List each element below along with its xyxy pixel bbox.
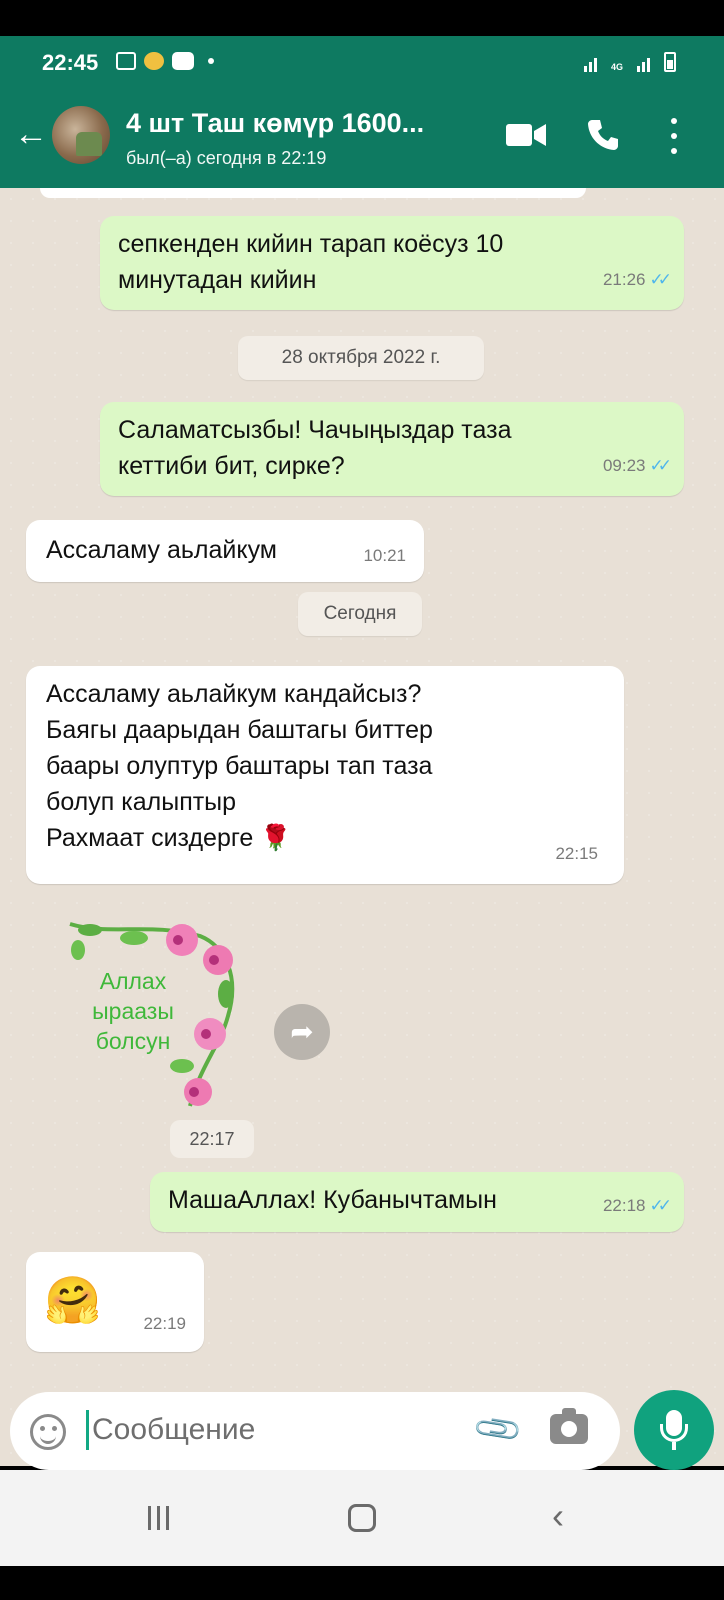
contact-avatar[interactable] — [52, 106, 110, 164]
recent-apps-icon[interactable] — [148, 1506, 169, 1530]
message-time: 22:19 — [143, 1314, 186, 1333]
attachment-icon[interactable]: 📎 — [470, 1402, 525, 1457]
read-receipt-icon: ✓✓ — [649, 456, 672, 475]
message-composer: 📎 — [0, 1380, 724, 1470]
forward-icon[interactable]: ➦ — [274, 1004, 330, 1060]
gallery-notification-icon — [116, 52, 136, 70]
home-icon[interactable] — [348, 1504, 376, 1532]
message-time: 21:26 — [602, 270, 646, 289]
sticker-caption-line: болсун — [95, 1028, 171, 1054]
message-text: Ассаламу аьлайкум — [46, 536, 277, 564]
signal-icon — [583, 54, 597, 72]
sticker-caption: Аллах ыраазы болсун — [58, 966, 208, 1056]
chat-header: ← 4 шт Таш көмүр 1600... был(–а) сегодня… — [0, 92, 724, 188]
date-separator: Сегодня — [298, 592, 422, 636]
message-text: МашаАллах! Кубанычтамын — [168, 1186, 497, 1214]
message-time: 22:15 — [555, 844, 598, 863]
message-text: баары олуптур баштары тап таза — [46, 752, 433, 780]
contact-name[interactable]: 4 шт Таш көмүр 1600... — [126, 108, 424, 139]
notification-icons — [116, 52, 214, 70]
overflow-menu-icon[interactable] — [664, 118, 684, 154]
chat-area[interactable]: сепкенден кийин тарап коёсуз 10 минутада… — [0, 188, 724, 1466]
previous-message-edge — [40, 188, 586, 198]
message-time: 09:23 — [602, 456, 646, 475]
date-separator: 28 октября 2022 г. — [238, 336, 484, 380]
message-time: 10:21 — [363, 546, 406, 565]
last-seen-status: был(–а) сегодня в 22:19 — [126, 148, 327, 168]
message-input-box[interactable]: 📎 — [10, 1392, 620, 1470]
message-input[interactable] — [92, 1406, 472, 1454]
back-arrow-icon[interactable]: ← — [14, 114, 48, 154]
camera-icon[interactable] — [550, 1408, 588, 1444]
text-cursor — [86, 1410, 89, 1450]
phone-screen: 22:45 4G ← 4 шт Таш көмүр 1600... был(–а… — [0, 0, 724, 1600]
signal-2-icon — [637, 54, 650, 72]
network-type-icon: 4G — [610, 62, 623, 72]
app-header: 22:45 4G ← 4 шт Таш көмүр 1600... был(–а… — [0, 36, 724, 188]
more-notifications-icon — [208, 58, 214, 64]
app-notification-icon — [144, 52, 164, 70]
message-text: Рахмаат сиздерге 🌹 — [46, 824, 292, 852]
message-time: 22:18 — [602, 1196, 646, 1215]
youtube-notification-icon — [172, 52, 194, 70]
voice-call-icon[interactable] — [586, 118, 620, 152]
read-receipt-icon: ✓✓ — [649, 1196, 672, 1215]
microphone-stand — [660, 1424, 688, 1442]
outgoing-message[interactable]: сепкенден кийин тарап коёсуз 10 минутада… — [100, 216, 684, 310]
message-time: 22:17 — [170, 1120, 254, 1158]
voice-record-button[interactable] — [634, 1390, 714, 1470]
message-emoji: 🤗 — [44, 1274, 102, 1326]
sticker-caption-line: ыраазы — [92, 998, 174, 1024]
incoming-message[interactable]: 🤗 22:19 — [26, 1252, 204, 1352]
read-receipt-icon: ✓✓ — [649, 270, 672, 289]
video-call-icon[interactable] — [506, 122, 546, 148]
status-time: 22:45 — [42, 50, 99, 75]
outgoing-message[interactable]: Саламатсызбы! Чачыңыздар таза кеттиби би… — [100, 402, 684, 496]
back-nav-icon[interactable]: ‹ — [552, 1498, 564, 1534]
message-text: Ассаламу аьлайкум кандайсыз? — [46, 680, 422, 708]
battery-icon — [664, 52, 676, 72]
message-text: минутадан кийин — [118, 266, 317, 294]
system-icons: 4G — [583, 52, 676, 72]
status-bar: 22:45 4G — [0, 36, 724, 92]
system-navigation-bar: ‹ — [0, 1470, 724, 1566]
message-text: кеттиби бит, сирке? — [118, 452, 345, 480]
incoming-message[interactable]: Ассаламу аьлайкум кандайсыз? Баягы даары… — [26, 666, 624, 884]
emoji-icon[interactable] — [30, 1414, 66, 1450]
microphone-base — [672, 1442, 676, 1450]
sticker-caption-line: Аллах — [99, 968, 167, 994]
message-text: Саламатсызбы! Чачыңыздар таза — [118, 416, 512, 444]
incoming-message[interactable]: Ассаламу аьлайкум 10:21 — [26, 520, 424, 582]
message-text: болуп калыптыр — [46, 788, 237, 816]
message-text: Баягы даарыдан баштагы биттер — [46, 716, 433, 744]
outgoing-message[interactable]: МашаАллах! Кубанычтамын 22:18 ✓✓ — [150, 1172, 684, 1232]
message-text: сепкенден кийин тарап коёсуз 10 — [118, 230, 504, 258]
